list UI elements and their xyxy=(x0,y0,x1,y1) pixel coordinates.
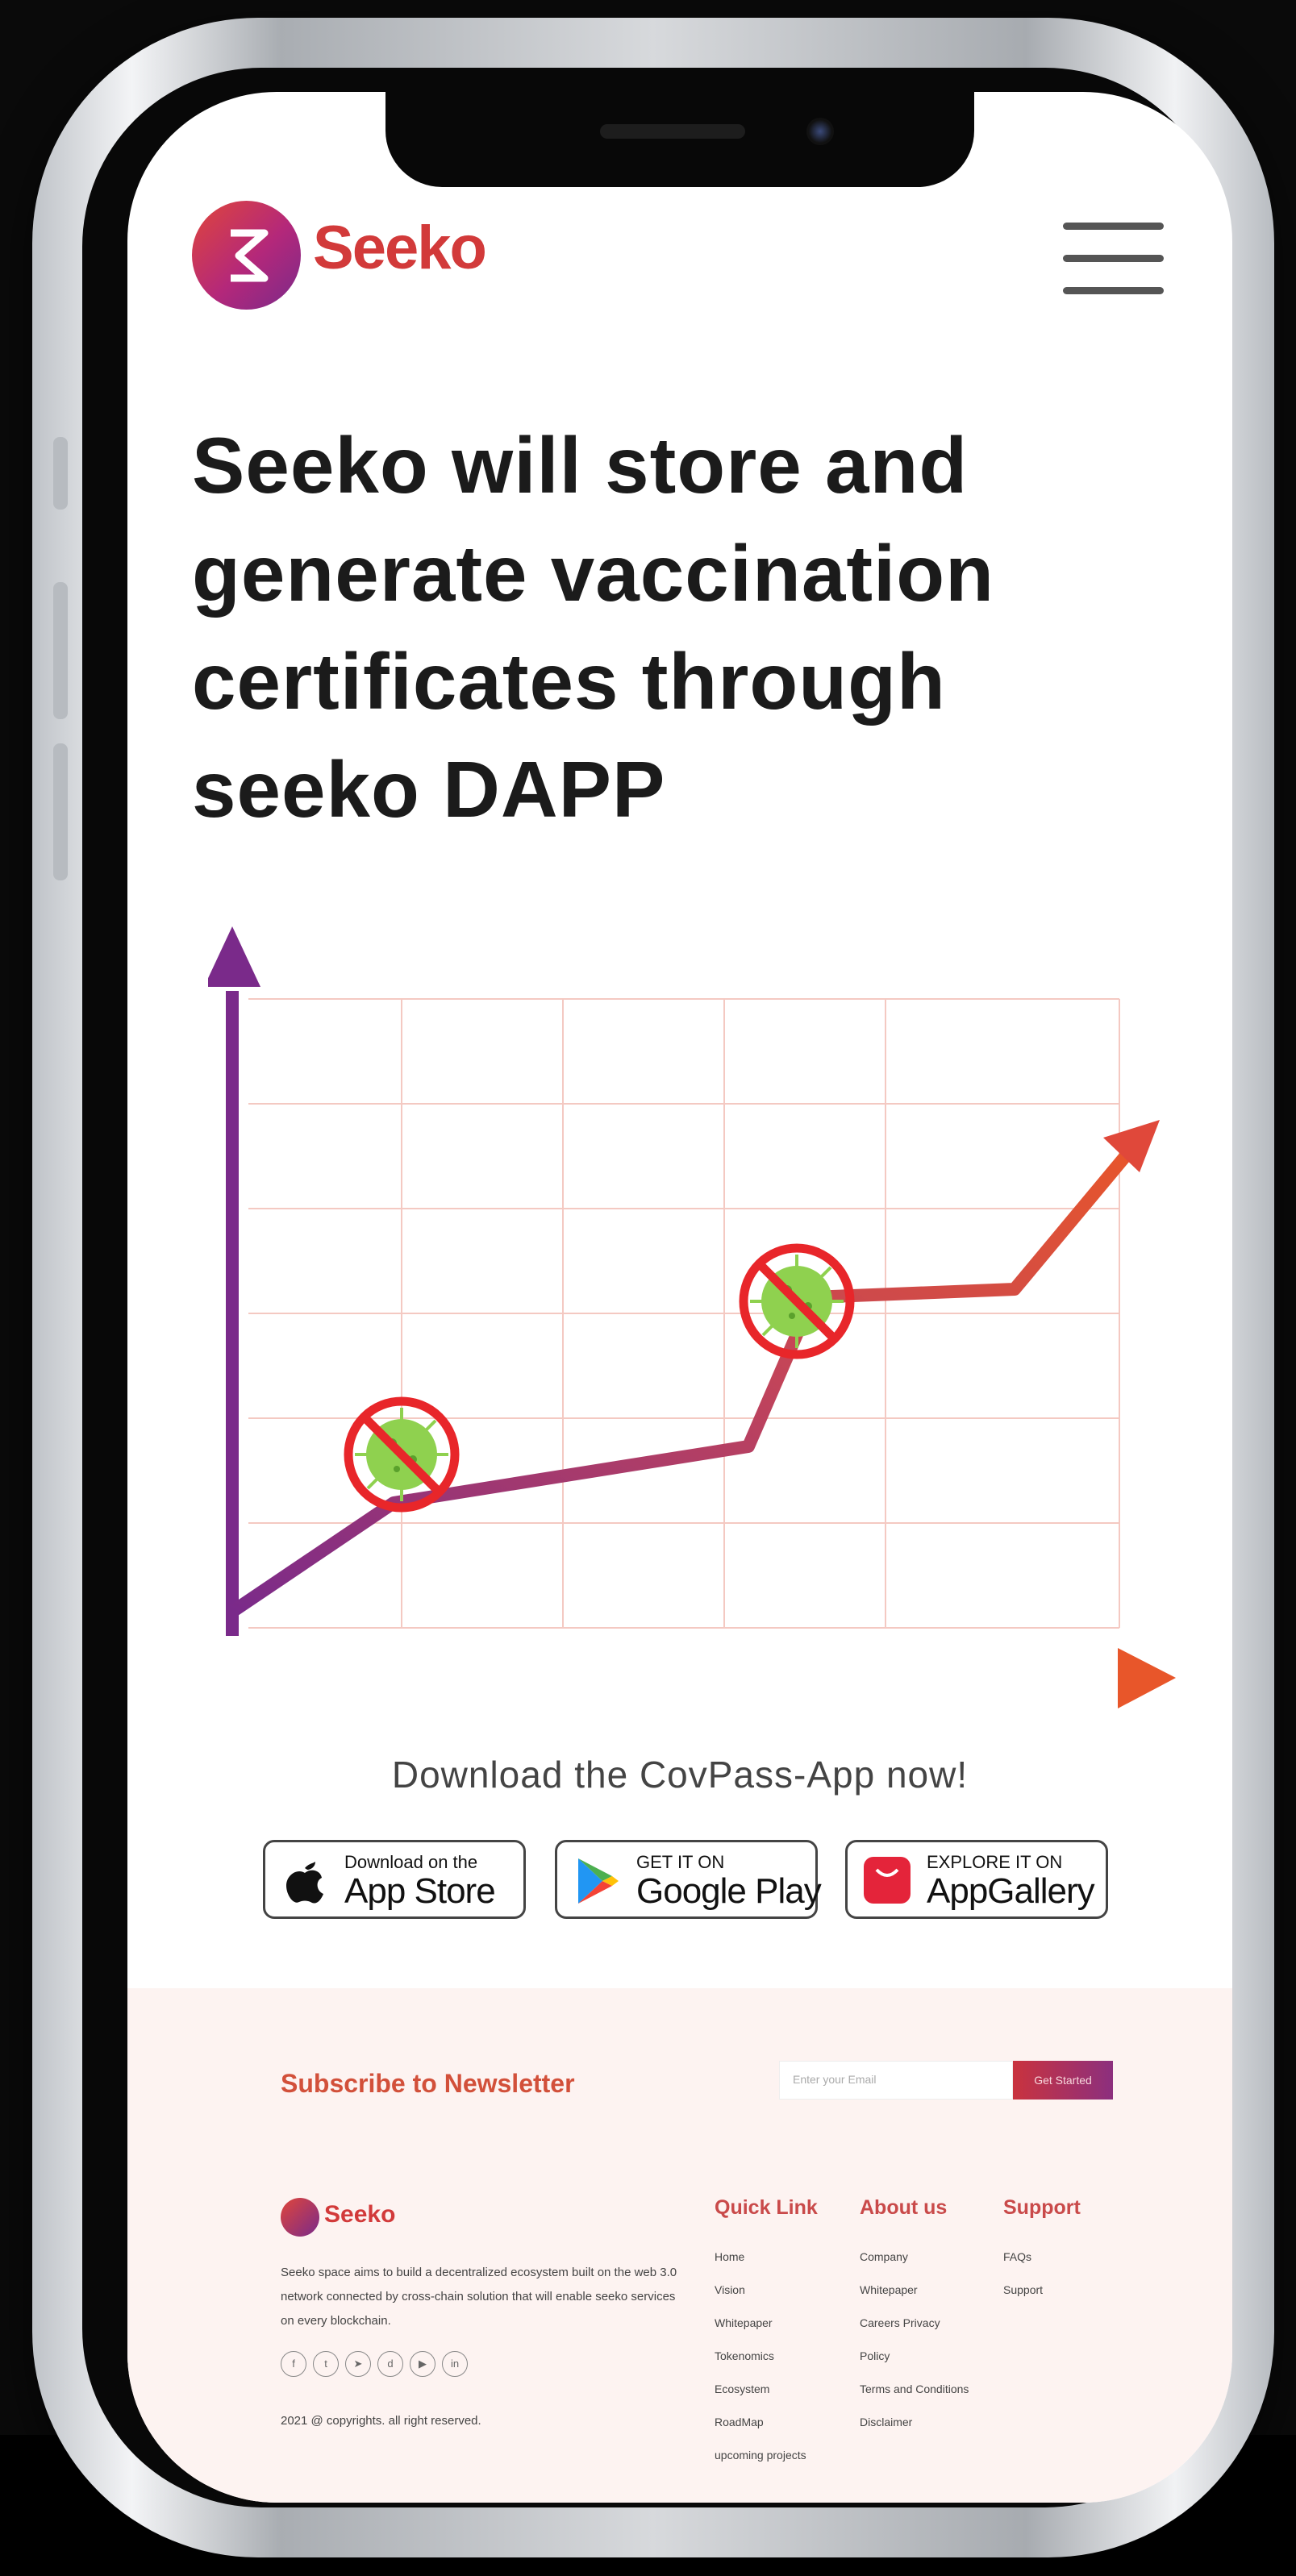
about-us-column: About us Company Whitepaper Careers Priv… xyxy=(860,2196,969,2449)
twitter-icon[interactable]: t xyxy=(313,2351,339,2377)
app-store-button[interactable]: Download on the App Store xyxy=(263,1840,526,1919)
footer-link[interactable]: Tokenomics xyxy=(715,2349,818,2382)
app-gallery-label: AppGallery xyxy=(927,1871,1095,1911)
hamburger-menu-icon[interactable] xyxy=(1063,223,1164,297)
footer-link[interactable]: Support xyxy=(1003,2283,1081,2316)
footer-link[interactable]: Home xyxy=(715,2250,818,2283)
copyright-text: 2021 @ copyrights. all right reserved. xyxy=(281,2414,481,2428)
footer-link[interactable]: Company xyxy=(860,2250,969,2283)
apple-icon xyxy=(286,1862,323,1904)
footer-link[interactable]: upcoming projects xyxy=(715,2449,818,2482)
telegram-icon[interactable]: ➤ xyxy=(345,2351,371,2377)
email-input[interactable]: Enter your Email xyxy=(779,2061,1013,2100)
footer-link[interactable]: Vision xyxy=(715,2283,818,2316)
support-column: Support FAQs Support xyxy=(1003,2196,1081,2316)
volume-up-button xyxy=(53,582,68,719)
app-store-caption: Download on the xyxy=(344,1852,478,1872)
site-footer: Subscribe to Newsletter Enter your Email… xyxy=(127,1988,1232,2503)
discord-icon[interactable]: d xyxy=(377,2351,403,2377)
quick-link-title: Quick Link xyxy=(715,2196,818,2219)
hero-headline: Seeko will store and generate vaccinatio… xyxy=(192,411,1160,843)
footer-link[interactable]: Whitepaper xyxy=(860,2283,969,2316)
footer-logo-text[interactable]: Seeko xyxy=(324,2201,395,2229)
logo-icon[interactable] xyxy=(192,201,301,310)
footer-link[interactable]: Policy xyxy=(860,2349,969,2382)
youtube-icon[interactable]: ▶ xyxy=(410,2351,435,2377)
google-play-label: Google Play xyxy=(636,1871,822,1911)
hero-line: seeko DAPP xyxy=(192,745,666,834)
app-gallery-caption: EXPLORE IT ON xyxy=(927,1852,1063,1872)
mute-switch xyxy=(53,437,68,510)
support-title: Support xyxy=(1003,2196,1081,2219)
newsletter-title: Subscribe to Newsletter xyxy=(281,2069,575,2098)
google-play-caption: GET IT ON xyxy=(636,1852,725,1872)
footer-link[interactable]: Disclaimer xyxy=(860,2416,969,2449)
hero-line: certificates through xyxy=(192,637,946,726)
footer-link[interactable]: Ecosystem xyxy=(715,2382,818,2416)
footer-link[interactable]: Careers Privacy xyxy=(860,2316,969,2349)
about-us-title: About us xyxy=(860,2196,948,2219)
hero-line: Seeko will store and xyxy=(192,421,969,510)
footer-description: Seeko space aims to build a decentralize… xyxy=(281,2266,677,2328)
get-started-button[interactable]: Get Started xyxy=(1013,2061,1113,2100)
facebook-icon[interactable]: f xyxy=(281,2351,306,2377)
social-links: f t ➤ d ▶ in xyxy=(281,2351,474,2377)
footer-link[interactable]: FAQs xyxy=(1003,2250,1081,2283)
huawei-appgallery-icon xyxy=(864,1857,911,1904)
phone-frame: Seeko Seeko will store and generate vacc… xyxy=(32,18,1274,2557)
google-play-button[interactable]: GET IT ON Google Play xyxy=(555,1840,822,1919)
volume-down-button xyxy=(53,743,68,880)
app-store-label: App Store xyxy=(344,1871,496,1911)
logo-text[interactable]: Seeko xyxy=(313,213,487,283)
download-title: Download the CovPass-App now! xyxy=(391,1754,969,1796)
footer-link[interactable]: RoadMap xyxy=(715,2416,818,2449)
footer-link[interactable]: Whitepaper xyxy=(715,2316,818,2349)
footer-link[interactable]: Terms and Conditions xyxy=(860,2382,969,2416)
app-gallery-button[interactable]: EXPLORE IT ON AppGallery xyxy=(845,1840,1108,1919)
hero-line: generate vaccination xyxy=(192,529,994,618)
phone-screen: Seeko Seeko will store and generate vacc… xyxy=(127,92,1232,2503)
quick-link-column: Quick Link Home Vision Whitepaper Tokeno… xyxy=(715,2196,818,2482)
vaccination-growth-illustration xyxy=(204,926,1176,1733)
linkedin-icon[interactable]: in xyxy=(442,2351,468,2377)
site-header: Seeko xyxy=(127,92,1232,334)
google-play-icon xyxy=(578,1858,619,1904)
footer-logo-icon[interactable] xyxy=(281,2198,319,2237)
